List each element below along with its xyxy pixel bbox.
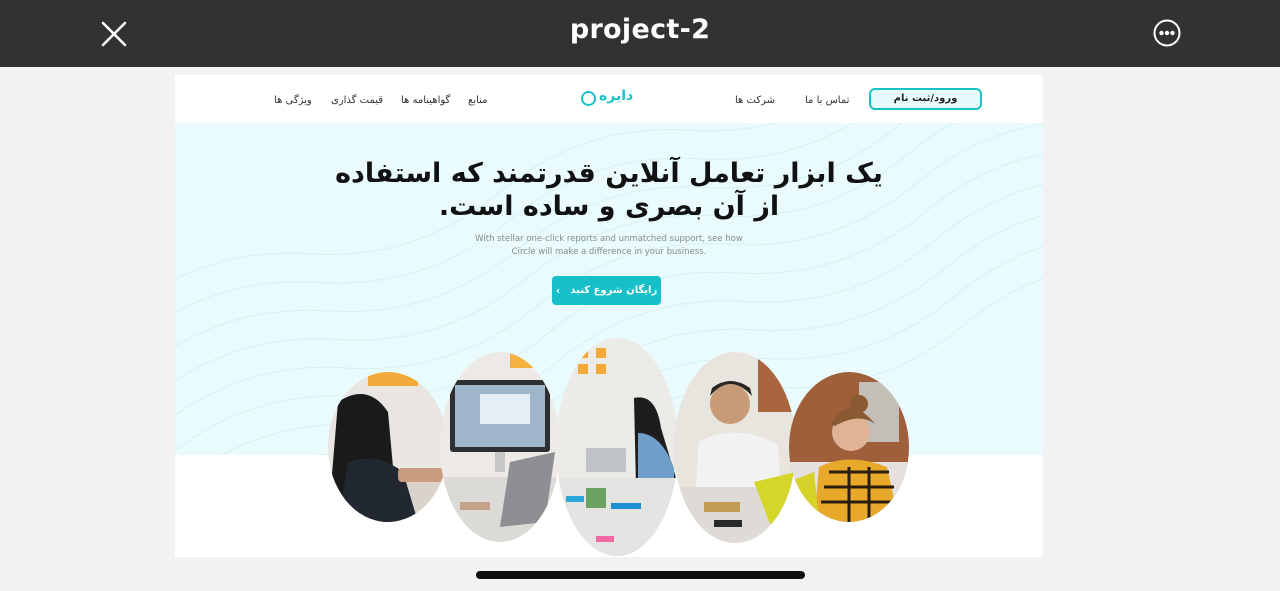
nav-link-contact[interactable]: تماس با ما <box>805 95 849 106</box>
hero-title-line: از آن بصری و ساده است. <box>438 191 780 222</box>
web-page-preview: ورود/ثبت نام تماس با ما شرکت ها دایره من… <box>175 75 1043 557</box>
brand-name: دایره <box>599 88 634 104</box>
home-indicator[interactable] <box>476 571 805 579</box>
start-free-button[interactable]: رایگان شروع کنید › <box>552 276 661 305</box>
hero-title: یک ابزار تعامل آنلاین قدرتمند که استفاده… <box>325 157 893 223</box>
logo-circle-icon <box>581 91 596 106</box>
site-navbar: ورود/ثبت نام تماس با ما شرکت ها دایره من… <box>175 75 1043 123</box>
nav-link-certificates[interactable]: گواهینامه ها <box>401 95 450 106</box>
hero-subtitle: With stellar one-click reports and unmat… <box>455 233 763 259</box>
nav-link-companies[interactable]: شرکت ها <box>735 95 775 106</box>
nav-link-resources[interactable]: منابع <box>468 95 488 106</box>
start-free-label: رایگان شروع کنید <box>570 285 658 296</box>
team-photo-circle <box>789 372 909 522</box>
team-photo-circle <box>328 372 448 522</box>
title-bar: project-2 <box>0 0 1280 67</box>
more-options-icon[interactable] <box>1152 18 1182 48</box>
nav-link-features[interactable]: ویژگی ها <box>274 95 312 106</box>
hero-subtitle-line: With stellar one-click reports and unmat… <box>475 234 743 244</box>
login-signup-button[interactable]: ورود/ثبت نام <box>869 88 982 110</box>
hero-subtitle-line: Circle will make a difference in your bu… <box>511 247 707 257</box>
hero-title-line: یک ابزار تعامل آنلاین قدرتمند که استفاده <box>335 158 883 189</box>
team-photo-circle <box>674 352 796 543</box>
team-photo-circle <box>440 352 560 542</box>
nav-link-pricing[interactable]: قیمت گذاری <box>331 95 383 106</box>
window-title: project-2 <box>569 14 711 45</box>
chevron-icon: › <box>555 284 561 297</box>
team-photo-circle <box>556 338 678 556</box>
